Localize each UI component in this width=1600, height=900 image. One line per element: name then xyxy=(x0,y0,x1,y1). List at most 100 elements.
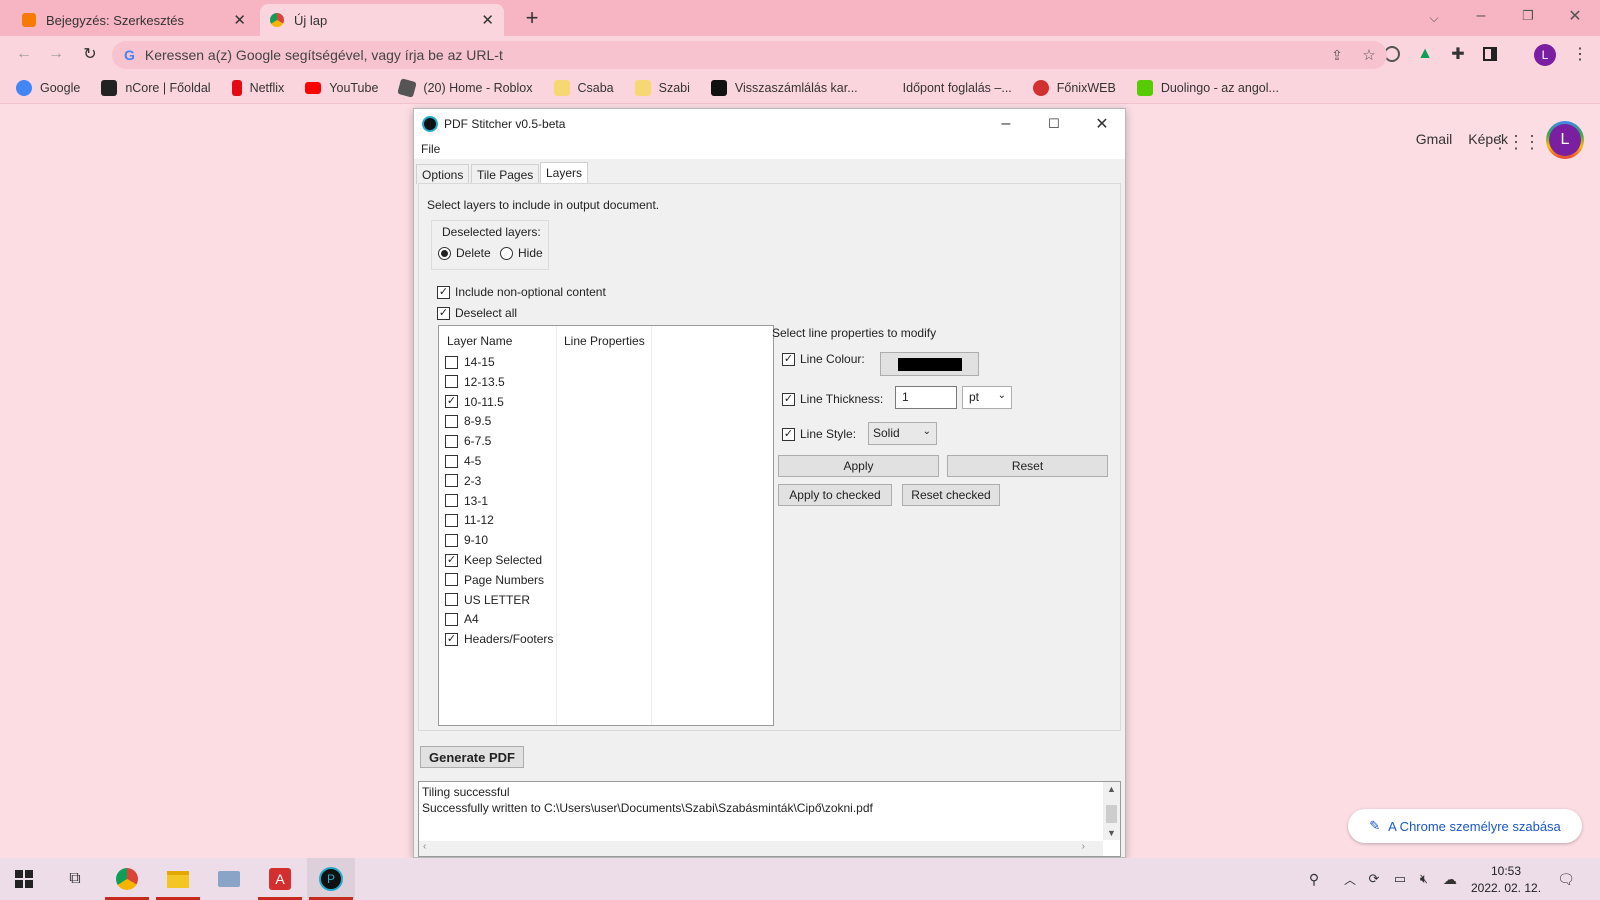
layer-checkbox[interactable] xyxy=(445,414,458,428)
close-tab-icon[interactable]: ✕ xyxy=(481,11,494,29)
layer-checkbox[interactable] xyxy=(445,573,458,587)
layer-row[interactable]: 14-15 xyxy=(445,355,495,369)
reset-checked-button[interactable]: Reset checked xyxy=(902,484,1000,506)
drive-extension-icon[interactable]: ▲ xyxy=(1413,42,1437,66)
bookmark-ncore[interactable]: nCore | Főoldal xyxy=(101,79,211,96)
layer-checkbox[interactable] xyxy=(445,355,458,369)
tab-layers[interactable]: Layers xyxy=(540,162,589,184)
layer-row[interactable]: Page Numbers xyxy=(445,573,544,587)
layer-checkbox[interactable] xyxy=(445,494,458,508)
checkbox[interactable]: ✓ xyxy=(437,285,450,299)
browser-tab-blogger[interactable]: Bejegyzés: Szerkesztés ✕ xyxy=(12,4,256,36)
share-icon[interactable]: ⇪ xyxy=(1327,45,1347,65)
scroll-up-icon[interactable]: ▲ xyxy=(1105,782,1118,796)
bookmark-netflix[interactable]: Netflix xyxy=(231,79,284,96)
layer-checkbox[interactable] xyxy=(445,454,458,468)
onedrive-icon[interactable]: ☁ xyxy=(1440,869,1460,889)
volume-muted-icon[interactable]: 🔇︎ xyxy=(1414,869,1434,889)
reset-button[interactable]: Reset xyxy=(947,455,1108,477)
pdf-stitcher-taskbar-icon[interactable]: P xyxy=(307,858,355,900)
layer-checkbox[interactable]: ✓ xyxy=(445,553,458,567)
taskbar-chrome-icon[interactable] xyxy=(103,858,151,900)
radio-button[interactable] xyxy=(500,246,513,260)
checkbox[interactable]: ✓ xyxy=(437,306,450,320)
layer-row[interactable]: ✓ Keep Selected xyxy=(445,553,542,567)
layer-checkbox[interactable]: ✓ xyxy=(445,395,458,409)
close-window-icon[interactable]: ✕ xyxy=(1563,4,1587,28)
bookmark-youtube[interactable]: YouTube xyxy=(305,81,378,95)
layer-checkbox[interactable] xyxy=(445,593,458,607)
bookmark-roblox[interactable]: (20) Home - Roblox xyxy=(397,77,533,98)
google-account-avatar[interactable]: L xyxy=(1546,121,1584,159)
scroll-down-icon[interactable]: ▼ xyxy=(1105,826,1118,840)
menu-file[interactable]: File xyxy=(421,142,440,156)
network-icon[interactable]: ▭ xyxy=(1390,869,1410,889)
vertical-scrollbar[interactable]: ▲ ▼ xyxy=(1103,782,1120,840)
new-tab-icon[interactable]: + xyxy=(520,5,544,30)
people-icon[interactable]: ⚲ xyxy=(1304,869,1324,889)
profile-avatar[interactable]: L xyxy=(1534,44,1556,66)
checkbox[interactable]: ✓ xyxy=(782,352,795,366)
radio-button[interactable] xyxy=(438,246,451,260)
layer-checkbox[interactable] xyxy=(445,434,458,448)
forward-icon[interactable]: → xyxy=(44,42,68,66)
layer-checkbox[interactable]: ✓ xyxy=(445,632,458,646)
task-view-icon[interactable]: ⧉ xyxy=(51,858,99,900)
layer-checkbox[interactable] xyxy=(445,513,458,527)
minimize-icon[interactable]: – xyxy=(994,112,1018,136)
deselect-all-checkbox[interactable]: ✓ Deselect all xyxy=(437,306,517,320)
output-log[interactable]: Tiling successful Successfully written t… xyxy=(418,781,1121,857)
generate-pdf-button[interactable]: Generate PDF xyxy=(420,746,524,768)
bookmark-duolingo[interactable]: Duolingo - az angol... xyxy=(1136,79,1279,96)
scanner-icon[interactable] xyxy=(205,858,253,900)
layer-row[interactable]: ✓ 10-11.5 xyxy=(445,395,504,409)
start-icon[interactable] xyxy=(0,858,48,900)
bookmark-fonixweb[interactable]: FőnixWEB xyxy=(1032,79,1116,96)
layer-row[interactable]: A4 xyxy=(445,612,479,626)
tab-tile-pages[interactable]: Tile Pages xyxy=(471,164,540,184)
clock[interactable]: 10:53 2022. 02. 12. xyxy=(1466,863,1546,897)
file-explorer-icon[interactable] xyxy=(154,858,202,900)
bookmark-appointment[interactable]: Időpont foglalás –... xyxy=(903,81,1012,95)
apply-button[interactable]: Apply xyxy=(778,455,939,477)
layer-row[interactable]: 9-10 xyxy=(445,533,488,547)
thickness-unit-select[interactable]: pt ⌄ xyxy=(962,386,1012,409)
layer-row[interactable]: 13-1 xyxy=(445,494,488,508)
customize-chrome-button[interactable]: ✎ A Chrome személyre szabása xyxy=(1348,809,1582,843)
bookmark-countdown[interactable]: Visszaszámlálás kar... xyxy=(710,79,858,96)
layer-row[interactable]: 4-5 xyxy=(445,454,481,468)
checkbox[interactable]: ✓ xyxy=(782,427,795,441)
layer-checkbox[interactable] xyxy=(445,375,458,389)
close-tab-icon[interactable]: ✕ xyxy=(233,11,246,29)
side-panel-icon[interactable] xyxy=(1478,42,1502,66)
acrobat-icon[interactable]: A xyxy=(256,858,304,900)
layer-row[interactable]: 12-13.5 xyxy=(445,375,505,389)
minimize-icon[interactable]: – xyxy=(1469,4,1493,28)
layer-row[interactable]: 2-3 xyxy=(445,474,481,488)
gmail-link[interactable]: Gmail xyxy=(1416,131,1453,147)
line-thickness-input[interactable]: 1 xyxy=(895,386,957,409)
apply-to-checked-button[interactable]: Apply to checked xyxy=(778,484,892,506)
maximize-icon[interactable]: ☐ xyxy=(1042,112,1066,136)
layer-list[interactable]: Layer Name Line Properties 14-15 12-13.5 ✓… xyxy=(438,325,774,726)
address-bar[interactable]: G Keressen a(z) Google segítségével, vag… xyxy=(112,41,1387,69)
reload-icon[interactable]: ↻ xyxy=(78,42,102,66)
back-icon[interactable]: ← xyxy=(12,42,36,66)
browser-tab-new[interactable]: Új lap ✕ xyxy=(260,4,504,36)
notifications-icon[interactable]: 🗨︎ xyxy=(1556,869,1576,889)
line-style-checkbox[interactable]: ✓ Line Style: xyxy=(782,427,856,441)
radio-delete[interactable]: Delete xyxy=(438,246,491,260)
line-style-select[interactable]: Solid ⌄ xyxy=(868,422,937,445)
tab-options[interactable]: Options xyxy=(416,164,470,184)
line-colour-button[interactable] xyxy=(880,352,979,376)
restore-icon[interactable]: ❐ xyxy=(1516,4,1540,28)
checkbox[interactable]: ✓ xyxy=(782,392,795,406)
bookmark-star-icon[interactable]: ☆ xyxy=(1359,45,1379,65)
layer-row[interactable]: 11-12 xyxy=(445,513,494,527)
scroll-thumb[interactable] xyxy=(1106,805,1117,823)
layer-checkbox[interactable] xyxy=(445,474,458,488)
horizontal-scrollbar[interactable]: ‹ › xyxy=(419,841,1103,856)
extensions-icon[interactable]: ✚ xyxy=(1446,42,1470,66)
tab-search-icon[interactable]: ⌵ xyxy=(1422,6,1446,30)
layer-row[interactable]: ✓ Headers/Footers xyxy=(445,632,553,646)
